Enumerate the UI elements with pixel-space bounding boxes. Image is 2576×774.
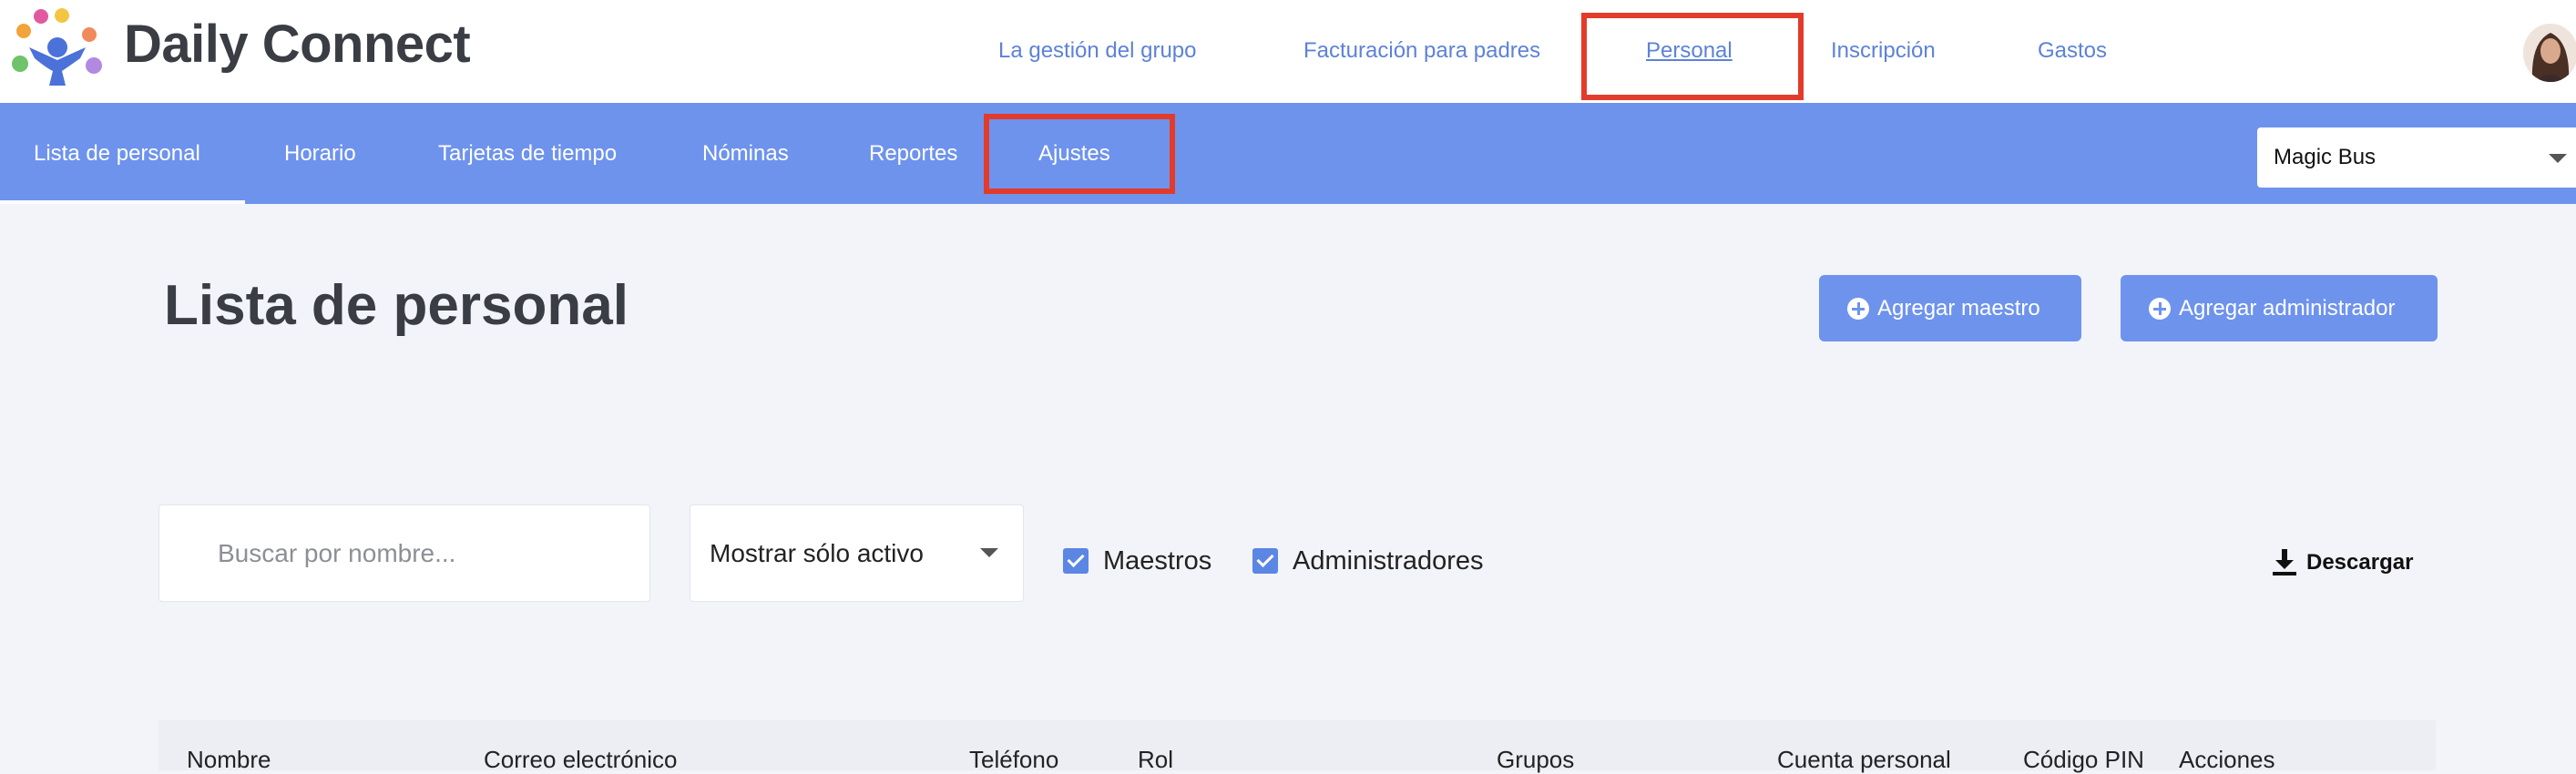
status-filter-value: Mostrar sólo activo <box>710 539 924 567</box>
admins-checkbox-label[interactable]: Administradores <box>1293 545 1484 577</box>
user-avatar[interactable] <box>2523 24 2576 82</box>
status-filter-select[interactable]: Mostrar sólo activo <box>690 504 1024 602</box>
column-header-email[interactable]: Correo electrónico <box>484 746 677 774</box>
sub-nav-item-staff-list[interactable]: Lista de personal <box>34 136 200 172</box>
plus-circle-icon <box>2149 298 2171 320</box>
chevron-down-icon <box>980 548 998 557</box>
add-teacher-label: Agregar maestro <box>1877 296 2040 321</box>
settings-highlight-box <box>984 114 1175 194</box>
download-button[interactable]: Descargar <box>2272 546 2413 579</box>
sub-nav-item-timecards[interactable]: Tarjetas de tiempo <box>438 136 617 172</box>
top-nav-item-enrollment[interactable]: Inscripción <box>1831 33 1936 69</box>
staff-table-header: Nombre Correo electrónico Teléfono Rol G… <box>158 720 2436 773</box>
page-title: Lista de personal <box>164 274 629 337</box>
admins-checkbox[interactable] <box>1252 548 1278 574</box>
search-input[interactable] <box>158 504 650 602</box>
download-icon <box>2273 549 2296 575</box>
teachers-checkbox[interactable] <box>1063 548 1089 574</box>
sub-nav-bar: Lista de personal Horario Tarjetas de ti… <box>0 103 2576 204</box>
column-header-pin-code[interactable]: Código PIN <box>2023 746 2144 774</box>
top-bar: Daily Connect La gestión del grupo Factu… <box>0 0 2576 103</box>
plus-circle-icon <box>1847 298 1869 320</box>
sub-nav-item-reports[interactable]: Reportes <box>869 136 957 172</box>
column-header-actions: Acciones <box>2179 746 2275 773</box>
sub-nav-item-schedule[interactable]: Horario <box>284 136 356 172</box>
chevron-down-icon <box>2549 154 2567 163</box>
brand-name: Daily Connect <box>124 15 471 74</box>
active-tab-underline <box>0 200 245 204</box>
add-admin-button[interactable]: Agregar administrador <box>2121 275 2438 341</box>
sub-nav-item-payroll[interactable]: Nóminas <box>702 136 789 172</box>
column-header-staff-account[interactable]: Cuenta personal <box>1777 746 1951 774</box>
staff-highlight-box <box>1581 13 1804 100</box>
school-select[interactable]: Magic Bus <box>2257 127 2576 188</box>
top-nav-item-parent-billing[interactable]: Facturación para padres <box>1303 33 1540 69</box>
school-select-value: Magic Bus <box>2274 145 2377 169</box>
add-admin-label: Agregar administrador <box>2179 296 2396 321</box>
teachers-checkbox-label[interactable]: Maestros <box>1103 545 1211 577</box>
daily-connect-logo-icon[interactable] <box>9 7 106 89</box>
column-header-groups[interactable]: Grupos <box>1497 746 1574 774</box>
column-header-phone[interactable]: Teléfono <box>969 746 1058 774</box>
top-nav-item-expenses[interactable]: Gastos <box>2038 33 2107 69</box>
top-nav-item-group-management[interactable]: La gestión del grupo <box>998 33 1197 69</box>
column-header-role[interactable]: Rol <box>1138 746 1173 774</box>
download-label: Descargar <box>2306 550 2414 575</box>
add-teacher-button[interactable]: Agregar maestro <box>1819 275 2081 341</box>
column-header-name[interactable]: Nombre <box>187 746 271 774</box>
